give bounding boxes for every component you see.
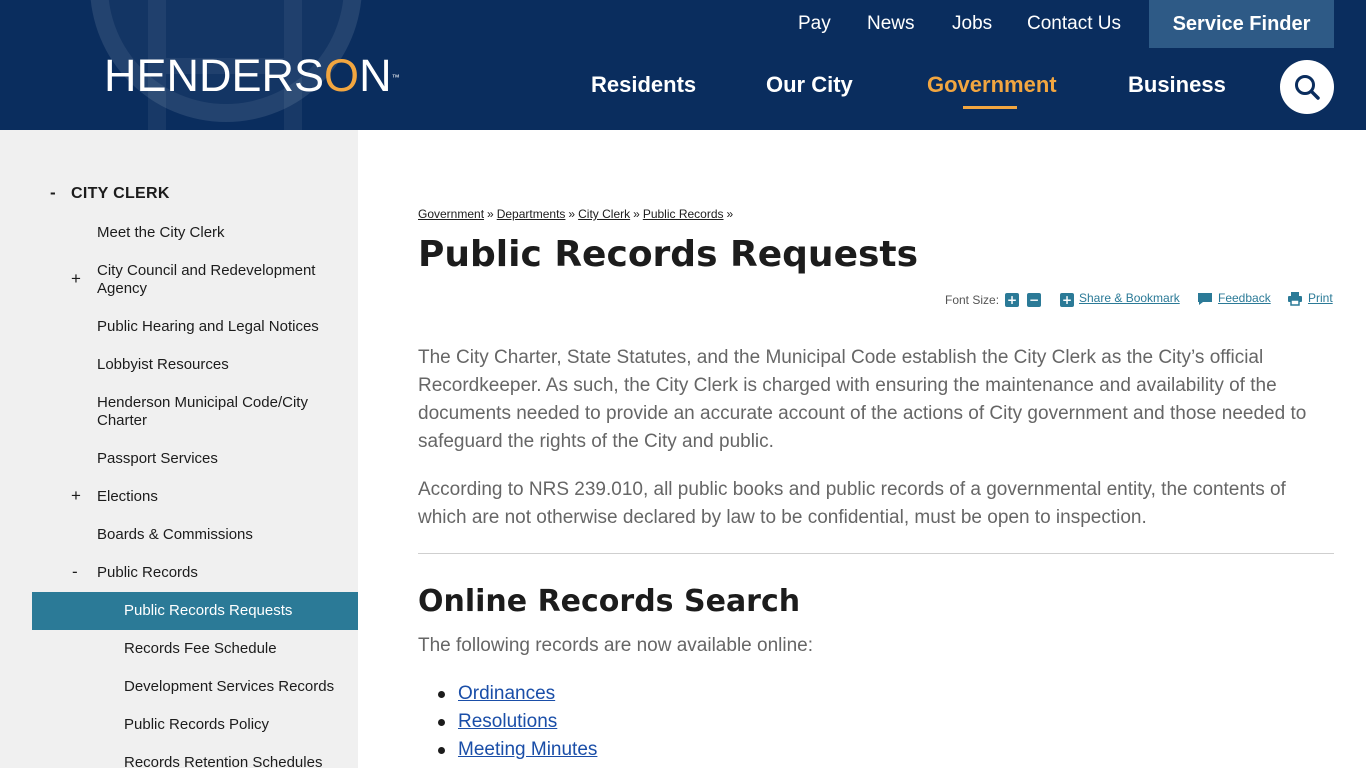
sidebar-item-lobbyist-resources[interactable]: Lobbyist Resources	[97, 356, 327, 374]
sidebar-subitem-records-retention-schedules[interactable]: Records Retention Schedules	[124, 754, 344, 768]
page-title: Public Records Requests	[418, 234, 919, 275]
font-increase-button[interactable]: +	[1005, 293, 1019, 307]
font-decrease-button[interactable]: −	[1027, 293, 1041, 307]
sidebar-subitem-records-fee-schedule[interactable]: Records Fee Schedule	[124, 640, 344, 658]
sidebar-item-boards-commissions[interactable]: Boards & Commissions	[97, 526, 327, 544]
logo-text: HENDERS	[104, 50, 325, 101]
utility-nav-pay[interactable]: Pay	[798, 12, 831, 36]
section-title-online-records-search: Online Records Search	[418, 584, 801, 619]
print-link[interactable]: Print	[1308, 291, 1333, 305]
sidebar-subitem-public-records-policy[interactable]: Public Records Policy	[124, 716, 344, 734]
breadcrumb-public-records[interactable]: Public Records	[643, 207, 724, 221]
sidebar-subitem-development-services-records[interactable]: Development Services Records	[124, 678, 349, 696]
breadcrumb-separator: »	[633, 207, 640, 221]
feedback-icon	[1198, 293, 1212, 305]
sidebar-item-public-records[interactable]: Public Records	[97, 564, 327, 582]
font-size-label: Font Size:	[945, 293, 1000, 307]
feedback-link[interactable]: Feedback	[1218, 291, 1271, 305]
main-nav-residents[interactable]: Residents	[591, 72, 696, 98]
expand-toggle-elections[interactable]: +	[71, 487, 81, 505]
breadcrumb-city-clerk[interactable]: City Clerk	[578, 207, 630, 221]
collapse-toggle-city-clerk[interactable]: -	[50, 184, 56, 202]
nrs-paragraph: According to NRS 239.010, all public boo…	[418, 479, 1286, 528]
sidebar-item-passport-services[interactable]: Passport Services	[97, 450, 327, 468]
print-icon	[1288, 292, 1302, 306]
search-button[interactable]	[1280, 60, 1334, 114]
sidebar-item-municipal-code[interactable]: Henderson Municipal Code/City Charter	[97, 394, 327, 430]
sidebar-item-city-council[interactable]: City Council and Redevelopment Agency	[97, 262, 332, 298]
breadcrumb: Government» Departments» City Clerk» Public…	[418, 207, 736, 221]
logo-text-end: N	[359, 50, 392, 101]
utility-nav-contact-us[interactable]: Contact Us	[1027, 12, 1121, 36]
main-nav-our-city[interactable]: Our City	[766, 72, 853, 98]
collapse-toggle-public-records[interactable]: -	[72, 563, 78, 581]
section-divider	[418, 553, 1334, 554]
logo-trademark: ™	[391, 73, 400, 82]
sidebar-nav: - CITY CLERK Meet the City Clerk + City …	[0, 130, 358, 768]
sidebar-item-elections[interactable]: Elections	[97, 488, 327, 506]
share-bookmark-link[interactable]: Share & Bookmark	[1079, 291, 1180, 305]
sidebar-subitem-public-records-requests[interactable]: Public Records Requests	[124, 602, 344, 620]
expand-toggle-city-council[interactable]: +	[71, 270, 81, 288]
service-finder-button[interactable]: Service Finder	[1149, 0, 1334, 48]
ordinances-link[interactable]: Ordinances	[458, 680, 555, 708]
section-intro: The following records are now available …	[418, 635, 814, 656]
meeting-minutes-link[interactable]: Meeting Minutes	[458, 736, 597, 764]
share-icon: +	[1060, 293, 1074, 307]
breadcrumb-government[interactable]: Government	[418, 207, 484, 221]
sidebar-item-public-hearing[interactable]: Public Hearing and Legal Notices	[97, 318, 337, 336]
henderson-logo[interactable]: HENDERSON ™	[104, 50, 400, 101]
site-header: HENDERSON ™ Pay News Jobs Contact Us Serv…	[0, 0, 1366, 130]
main-nav-government[interactable]: Government	[927, 72, 1057, 98]
breadcrumb-separator: »	[487, 207, 494, 221]
intro-paragraph: The City Charter, State Statutes, and th…	[418, 347, 1307, 452]
sidebar-item-meet-the-city-clerk[interactable]: Meet the City Clerk	[97, 224, 327, 242]
logo-o-letter: O	[324, 50, 360, 101]
resolutions-link[interactable]: Resolutions	[458, 708, 557, 736]
search-icon	[1295, 75, 1320, 100]
utility-nav-news[interactable]: News	[867, 12, 915, 36]
breadcrumb-separator: »	[568, 207, 576, 221]
breadcrumb-departments[interactable]: Departments	[497, 207, 566, 221]
main-nav-business[interactable]: Business	[1128, 72, 1226, 98]
active-nav-indicator	[963, 106, 1017, 109]
sidebar-heading-city-clerk[interactable]: CITY CLERK	[71, 185, 170, 203]
breadcrumb-separator: »	[726, 207, 734, 221]
utility-nav-jobs[interactable]: Jobs	[952, 12, 992, 36]
